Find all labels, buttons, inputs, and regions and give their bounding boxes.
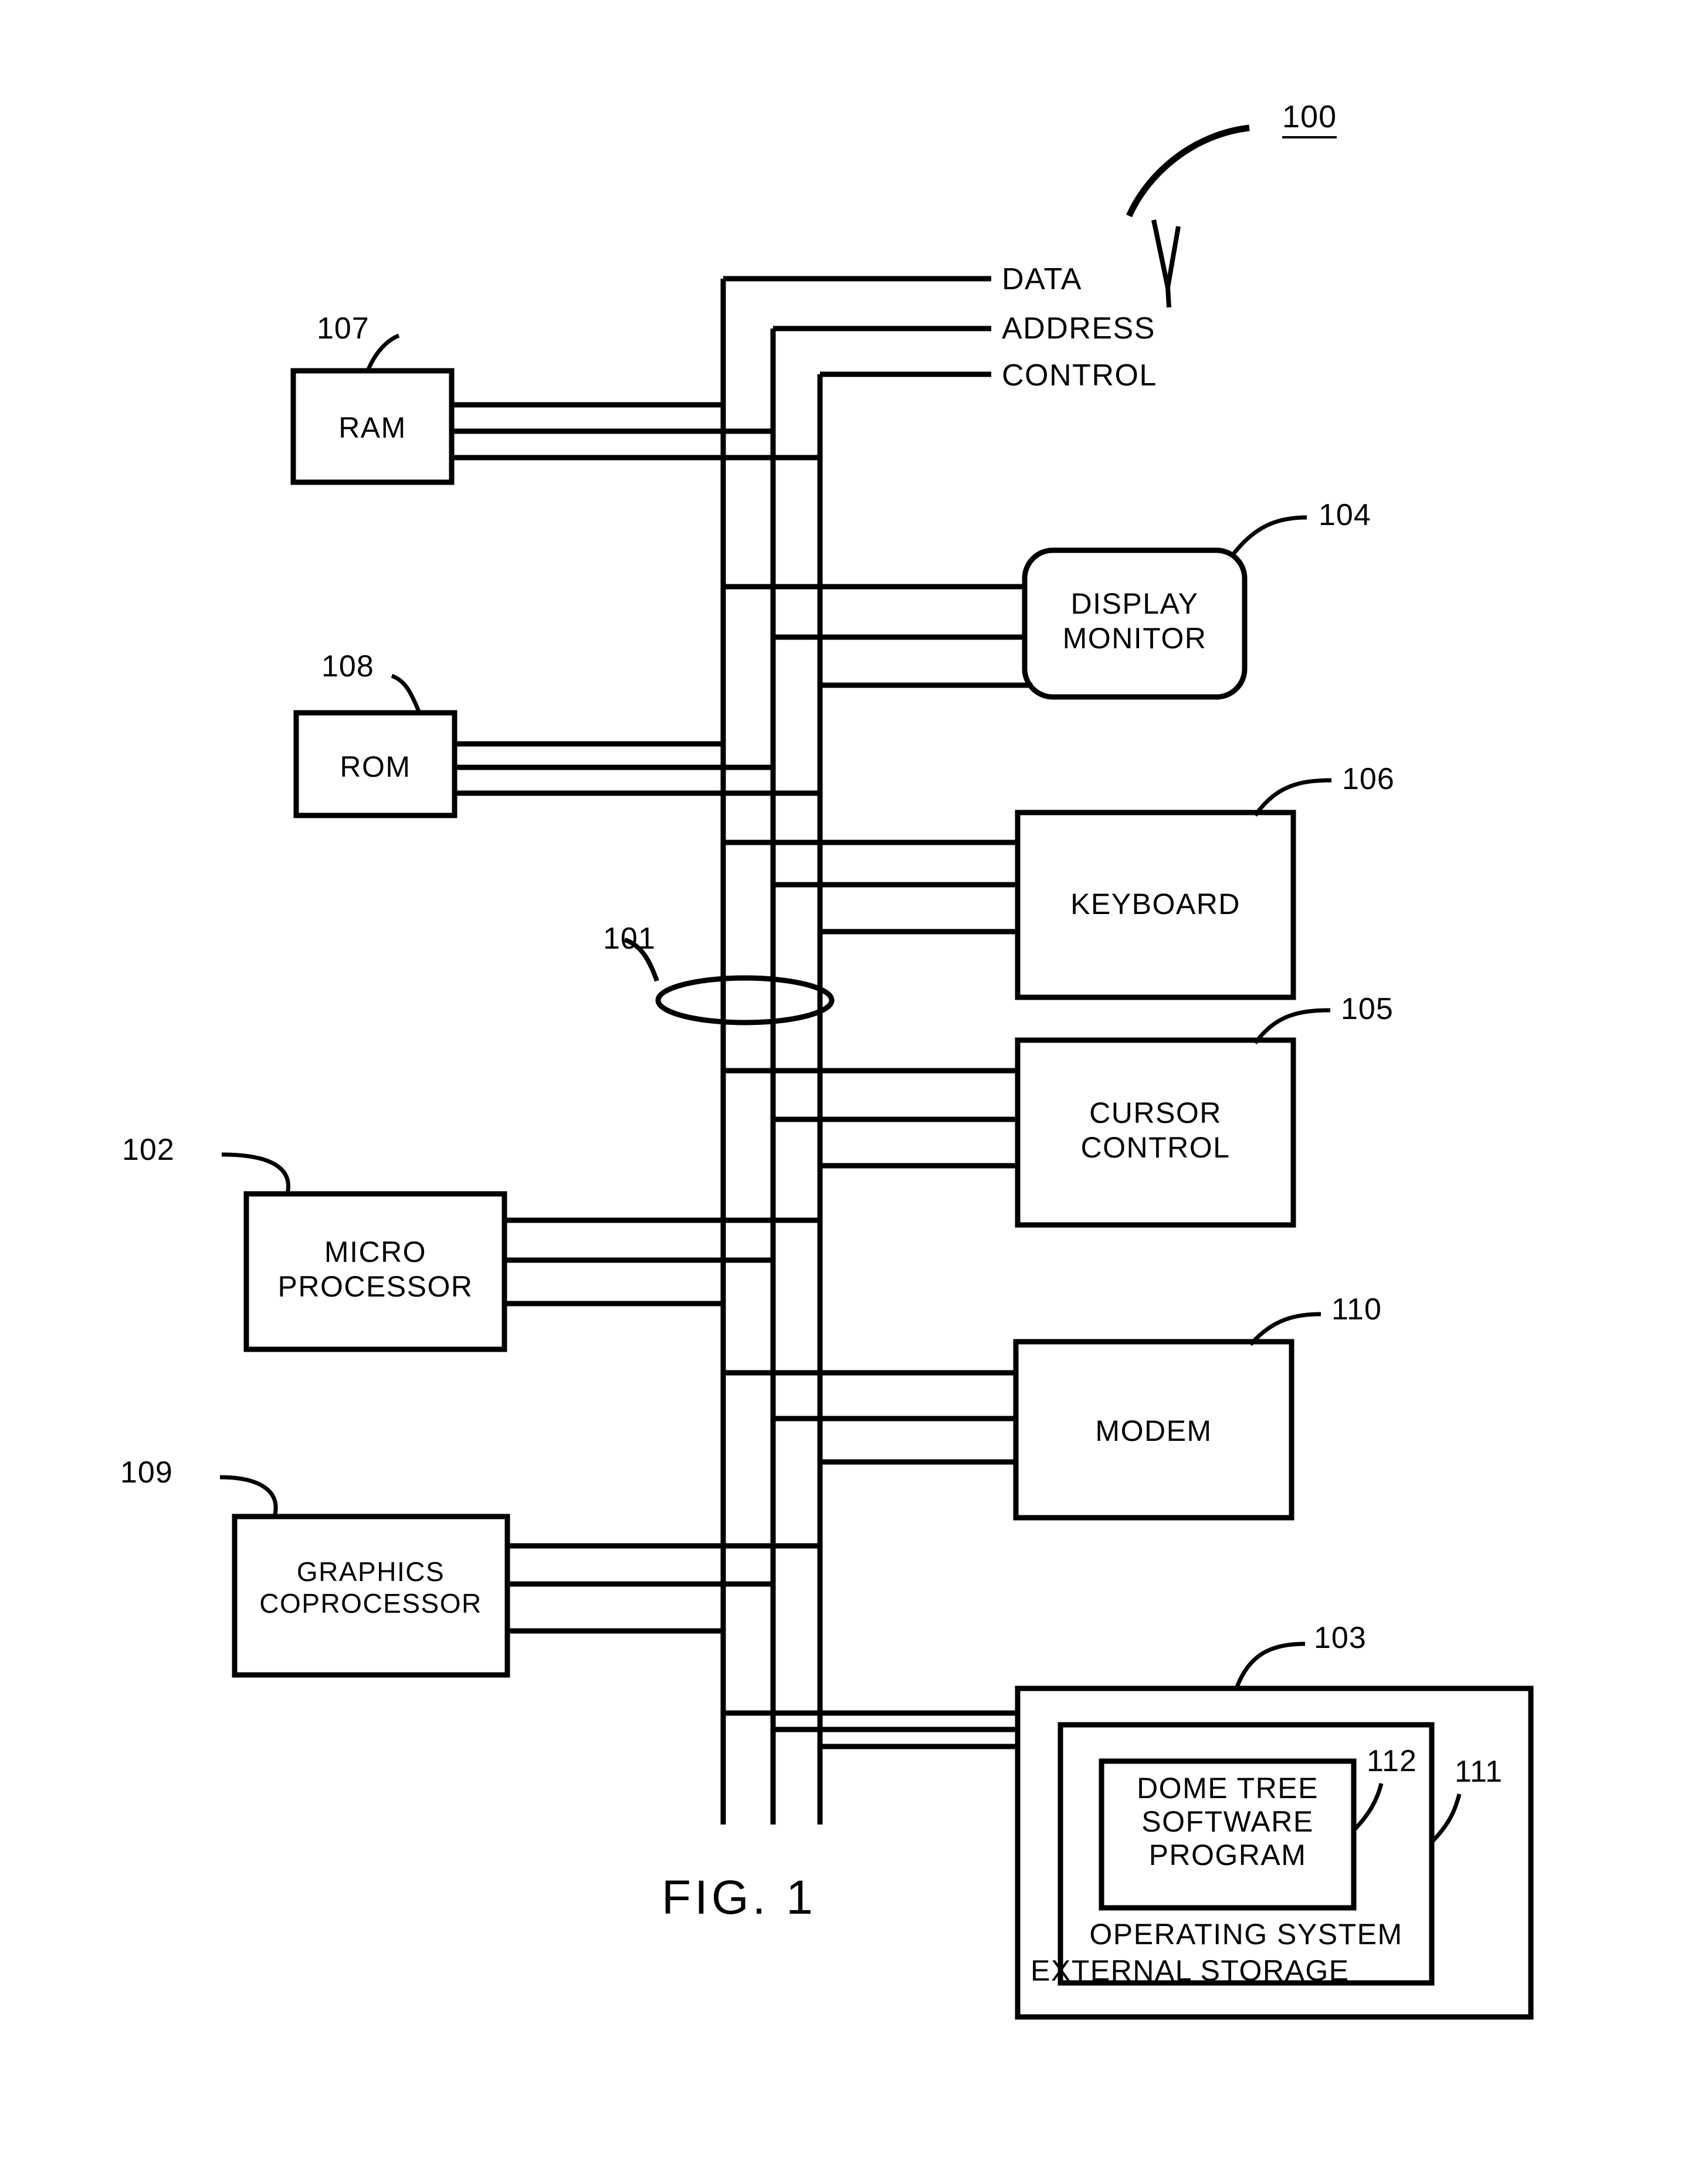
diagram-lines: [219, 124, 1534, 2020]
storage-label: EXTERNAL STORAGE: [1031, 1954, 1350, 1987]
os-label: OPERATING SYSTEM: [1089, 1918, 1403, 1951]
display-ref-leader: [1230, 515, 1307, 558]
display-label: DISPLAY MONITOR: [1025, 587, 1245, 656]
bus-label-address: ADDRESS: [1002, 312, 1155, 346]
graphics-ref-label: 109: [120, 1456, 173, 1490]
ram-label: RAM: [338, 411, 406, 444]
system-ref-label: 100: [1282, 99, 1337, 138]
cursor-label-line1: CURSOR: [1089, 1096, 1222, 1129]
ram-ref-leader: [365, 333, 400, 372]
display-label-line2: MONITOR: [1062, 622, 1207, 655]
rom-ref-leader: [391, 673, 422, 714]
graphics-label-line2: COPROCESSOR: [259, 1588, 482, 1619]
storage-ref-label: 103: [1314, 1621, 1367, 1655]
micro-ref-label: 102: [122, 1133, 175, 1167]
bus-label-data: DATA: [1002, 262, 1082, 296]
program-label-line3: PROGRAM: [1148, 1839, 1307, 1871]
modem-ref-label: 110: [1331, 1292, 1382, 1326]
bus-ref-label: 101: [603, 922, 656, 956]
bus-label-control: CONTROL: [1002, 358, 1157, 392]
patent-figure-1: 100 DATA ADDRESS CONTROL 101 107 RAM 108…: [0, 0, 1708, 2173]
cursor-label: CURSOR CONTROL: [1018, 1096, 1293, 1165]
program-label-line2: SOFTWARE: [1141, 1805, 1314, 1838]
micro-label-line2: PROCESSOR: [277, 1270, 473, 1303]
os-ref-leader: [1430, 1793, 1462, 1844]
display-ref-label: 104: [1319, 498, 1371, 532]
program-label-line1: DOME TREE: [1137, 1772, 1319, 1805]
ram-ref-label: 107: [317, 312, 370, 346]
system-ref-arrow-curve: [1126, 124, 1250, 218]
keyboard-label: KEYBOARD: [1070, 888, 1241, 920]
cursor-label-line2: CONTROL: [1080, 1131, 1231, 1164]
program-ref-leader: [1352, 1783, 1384, 1832]
micro-ref-leader: [221, 1152, 290, 1194]
program-ref-label: 112: [1367, 1744, 1417, 1778]
keyboard-ref-label: 106: [1342, 762, 1395, 796]
micro-label-line1: MICRO: [324, 1236, 427, 1268]
graphics-label-line1: GRAPHICS: [296, 1556, 445, 1587]
rom-ref-label: 108: [321, 649, 374, 683]
os-ref-label: 111: [1455, 1755, 1503, 1789]
rom-label: ROM: [340, 750, 411, 783]
micro-label: MICRO PROCESSOR: [246, 1235, 504, 1304]
program-label: DOME TREE SOFTWARE PROGRAM: [1102, 1772, 1354, 1872]
figure-caption: FIG. 1: [662, 1871, 816, 1924]
cursor-ref-label: 105: [1341, 992, 1394, 1026]
bus-ellipse: [655, 975, 835, 1025]
graphics-label: GRAPHICS COPROCESSOR: [230, 1556, 511, 1620]
modem-label: MODEM: [1095, 1414, 1212, 1447]
storage-ref-leader: [1234, 1641, 1306, 1690]
display-label-line1: DISPLAY: [1070, 587, 1199, 620]
system-ref-arrowhead2: [1151, 219, 1171, 308]
graphics-ref-leader: [219, 1475, 278, 1517]
